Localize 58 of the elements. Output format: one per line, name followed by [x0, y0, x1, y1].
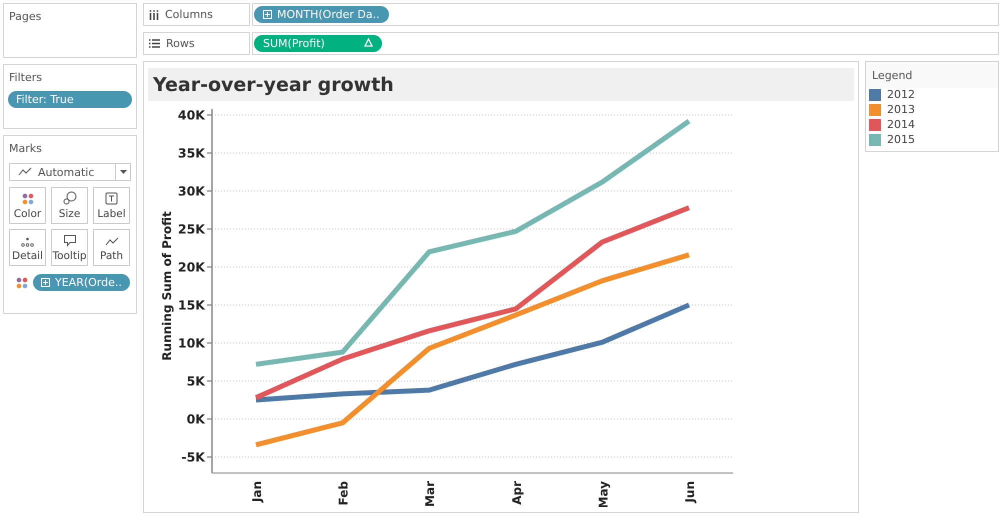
line-chart-icon [18, 167, 32, 177]
axis-title: Running Sum of Profit [160, 211, 174, 361]
expand-icon [263, 10, 272, 19]
axis-tick-label: Mar [423, 481, 438, 507]
marks-button[interactable]: Size [51, 187, 88, 224]
legend-label: 2013 [887, 103, 915, 116]
color-dots-icon [16, 276, 28, 288]
shelf-label: Columns [143, 3, 250, 26]
size-icon [62, 191, 76, 205]
tick-mark [206, 114, 212, 116]
expand-icon [41, 278, 50, 287]
axis-tick-label: Feb [336, 481, 351, 506]
tick-mark [206, 304, 212, 306]
caret-icon [120, 170, 126, 174]
tick-mark [206, 228, 212, 230]
axis-tick-label: 25K [178, 222, 205, 236]
rows-icon [149, 39, 160, 48]
delta-icon [364, 38, 373, 47]
axis-tick-label: 15K [178, 298, 205, 312]
axis-tick-label: 5K [186, 374, 205, 388]
label-icon [105, 192, 118, 205]
legend-label: 2015 [887, 133, 915, 146]
columns-icon [149, 10, 159, 20]
tick-mark [206, 418, 212, 420]
tick-mark [206, 342, 212, 344]
tick-mark [206, 380, 212, 382]
marks-button[interactable]: Path [93, 229, 130, 266]
axis-tick-label: 30K [178, 184, 205, 198]
legend-label: 2012 [887, 88, 915, 101]
panel-title: Filters [8, 70, 43, 86]
color-icon [22, 193, 34, 205]
panel-title: Pages [8, 9, 42, 25]
tick-mark [206, 266, 212, 268]
marks-button[interactable]: Color [9, 187, 46, 224]
tick-mark [206, 190, 212, 192]
marks-button[interactable]: Tooltip [51, 229, 88, 266]
detail-icon [21, 237, 34, 247]
view-title: Year-over-year growth [153, 74, 394, 96]
tooltip-icon [62, 234, 76, 247]
axis-tick-label: Apr [510, 481, 524, 505]
tick-mark [206, 456, 212, 458]
axis-tick-label: Jan [250, 481, 264, 502]
panel-title: Legend [866, 62, 998, 88]
path-icon [104, 237, 118, 247]
marks-button[interactable]: Detail [9, 229, 46, 266]
axis-tick-label: 10K [178, 336, 205, 350]
legend-label: 2014 [887, 118, 915, 131]
mark-type-dropdown[interactable]: Automatic [9, 163, 131, 181]
axis-tick-label: 40K [178, 108, 205, 122]
axis-tick-label: 20K [178, 260, 205, 274]
axis-tick-label: 35K [178, 146, 205, 160]
axis-tick-label: -5K [181, 450, 205, 464]
panel-title: Marks [8, 141, 43, 157]
axis-tick-label: Jun [683, 481, 697, 503]
axis-tick-label: 0K [186, 412, 205, 426]
tick-mark [206, 152, 212, 154]
marks-button[interactable]: Label [93, 187, 130, 224]
shelf-label: Rows [143, 32, 250, 55]
